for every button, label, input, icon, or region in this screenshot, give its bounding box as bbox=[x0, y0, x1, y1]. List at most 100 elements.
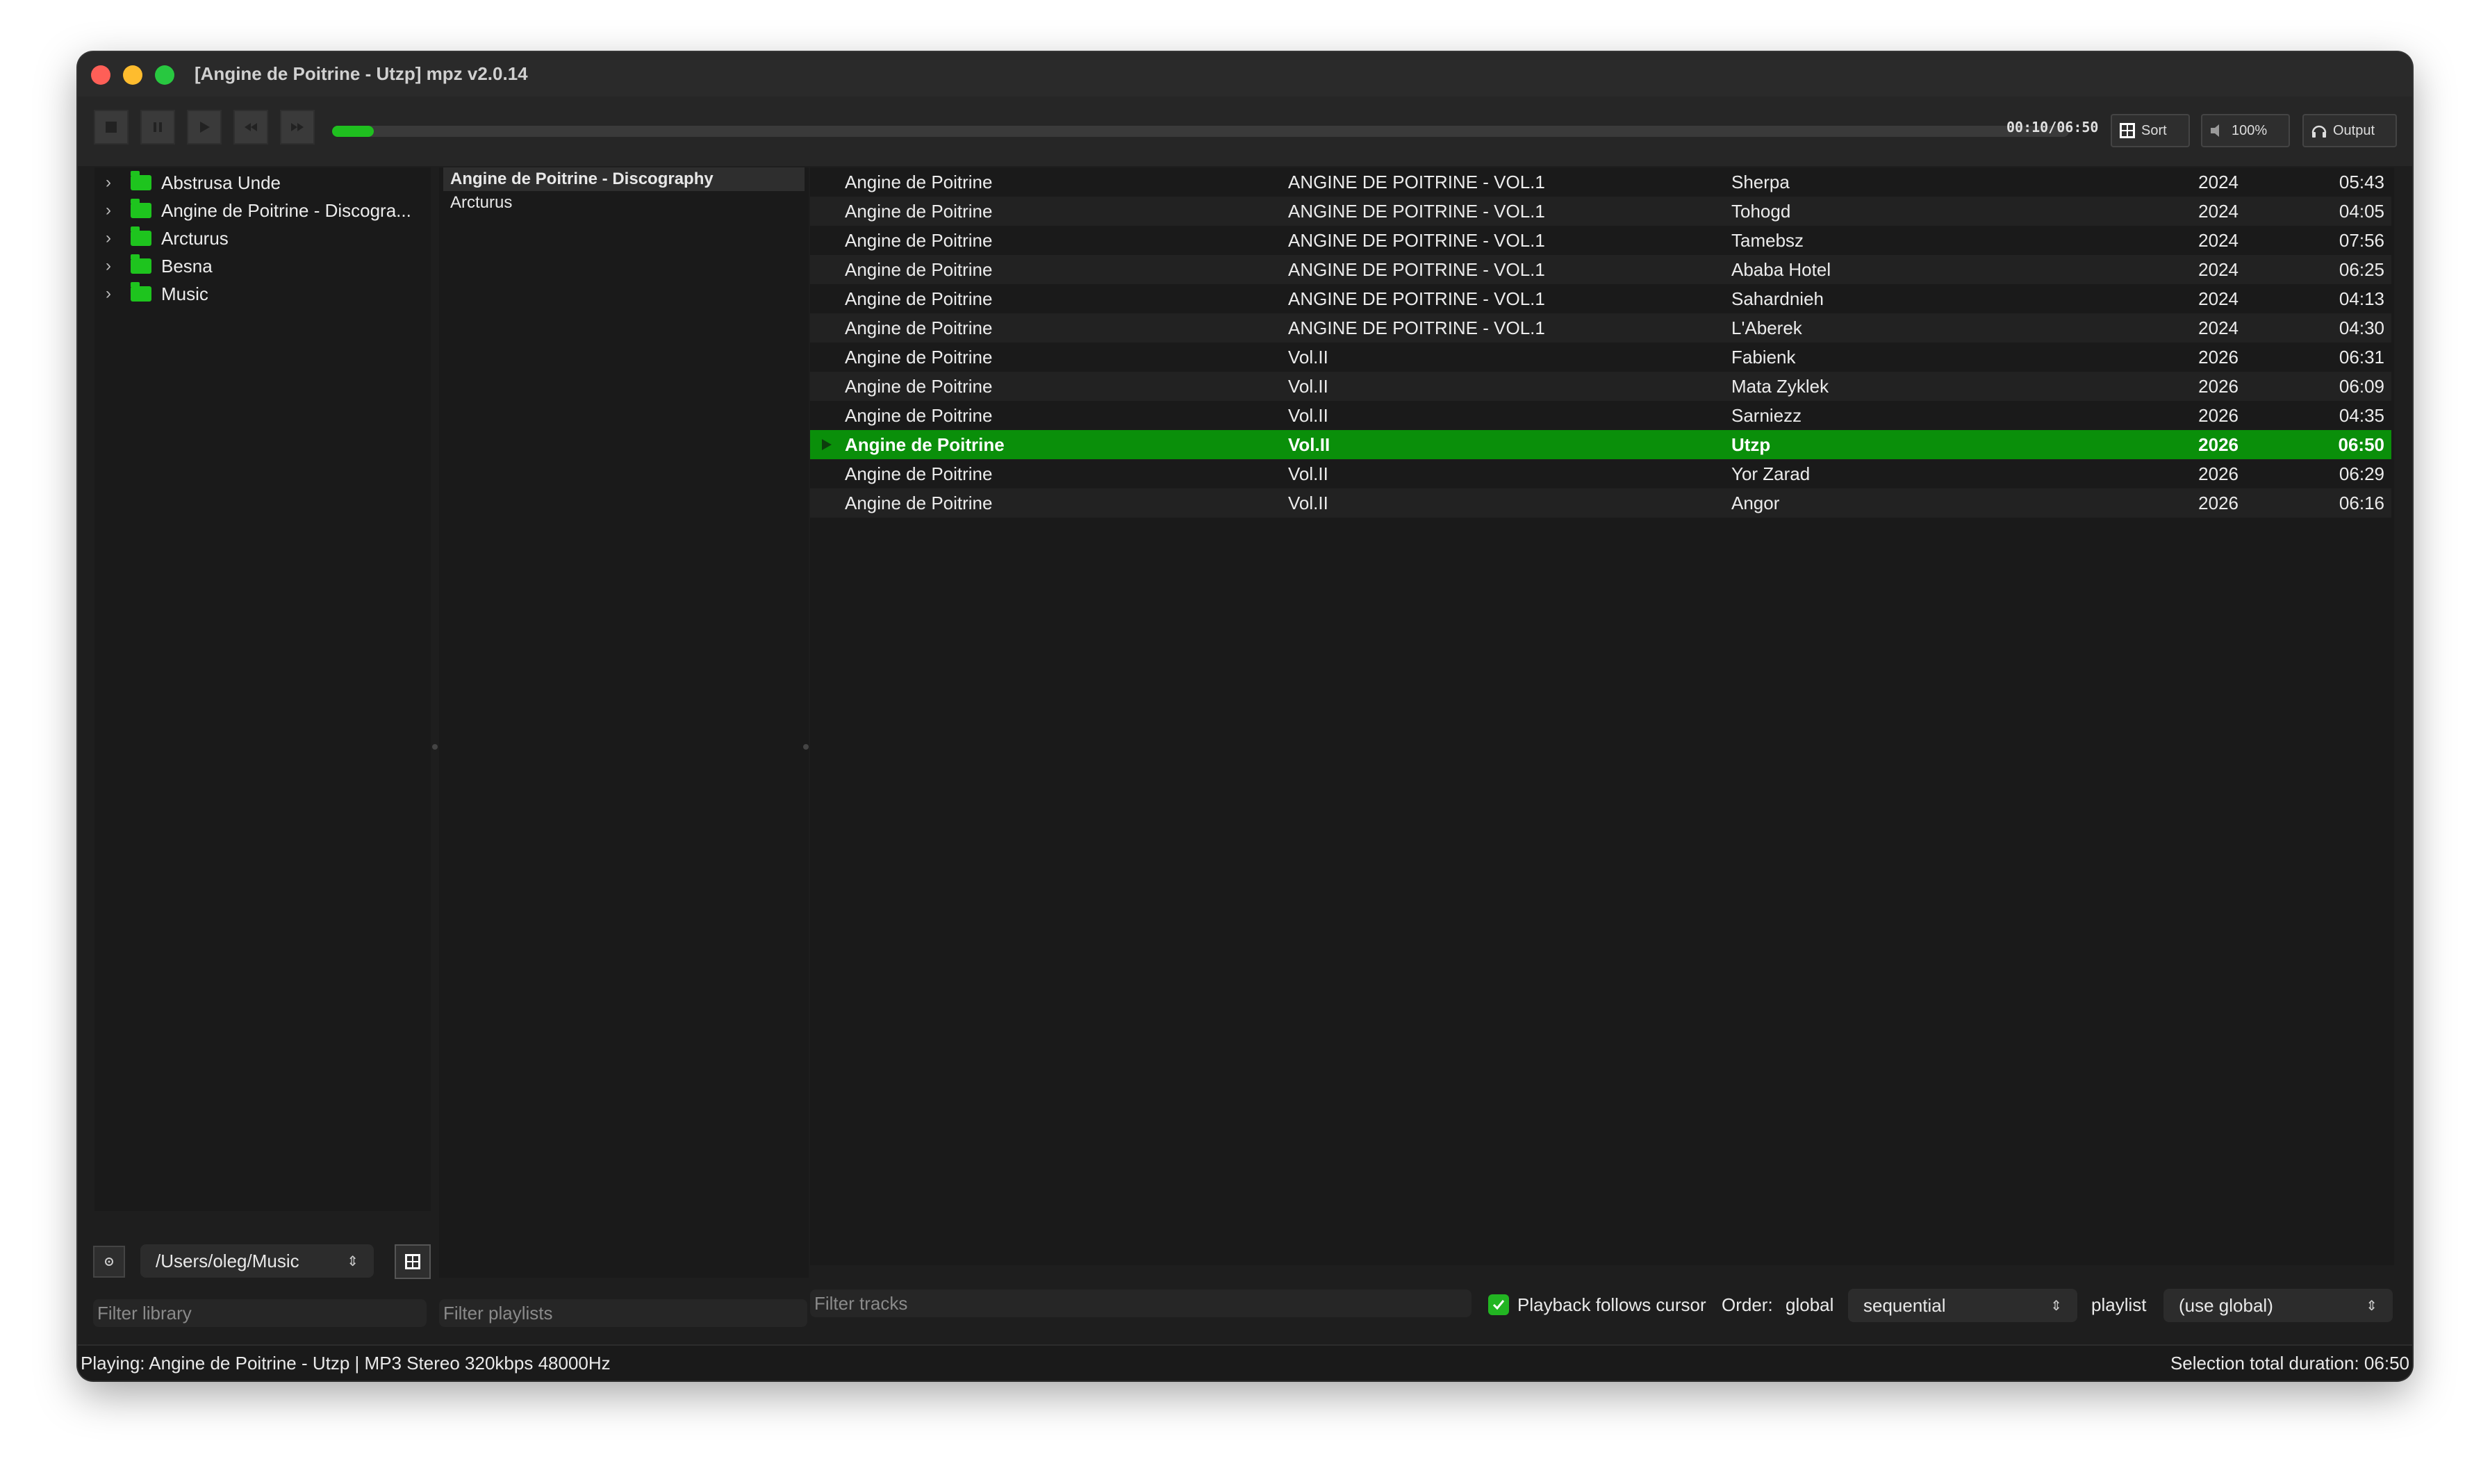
track-title: Sahardnieh bbox=[1731, 288, 1824, 309]
stop-icon bbox=[106, 122, 117, 133]
previous-button[interactable] bbox=[233, 110, 268, 145]
track-duration: 06:50 bbox=[2338, 434, 2385, 455]
splitter-handle[interactable] bbox=[803, 744, 809, 750]
fast-forward-icon bbox=[291, 123, 304, 131]
seek-bar-fill bbox=[332, 126, 374, 137]
library-path-select[interactable]: /Users/oleg/Music ⇕ bbox=[140, 1244, 374, 1278]
chevron-right-icon[interactable]: › bbox=[94, 229, 122, 248]
playlist-item[interactable]: Angine de Poitrine - Discography bbox=[443, 167, 805, 191]
filter-tracks-input[interactable]: Filter tracks bbox=[810, 1289, 1471, 1317]
track-album: Vol.II bbox=[1288, 376, 1328, 397]
track-duration: 06:31 bbox=[2339, 347, 2384, 368]
playlist-order-label: playlist bbox=[2091, 1294, 2147, 1315]
pause-button[interactable] bbox=[140, 110, 175, 145]
filter-playlists-input[interactable]: Filter playlists bbox=[439, 1299, 807, 1327]
order-label: Order: bbox=[1722, 1294, 1773, 1315]
updown-chevron-icon: ⇕ bbox=[2366, 1298, 2377, 1314]
track-artist: Angine de Poitrine bbox=[845, 230, 993, 251]
volume-label: 100% bbox=[2232, 122, 2268, 138]
track-year: 2026 bbox=[2198, 405, 2238, 426]
track-row[interactable]: Angine de Poitrine Vol.II Fabienk 2026 06:31 bbox=[810, 343, 2391, 372]
folder-label: Arcturus bbox=[161, 227, 229, 249]
playlist-order-select[interactable]: (use global) ⇕ bbox=[2163, 1289, 2393, 1322]
chevron-right-icon[interactable]: › bbox=[94, 201, 122, 220]
chevron-right-icon[interactable]: › bbox=[94, 173, 122, 192]
app-window: [Angine de Poitrine - Utzp] mpz v2.0.14 … bbox=[78, 52, 2412, 1380]
track-title: Angor bbox=[1731, 493, 1780, 513]
track-year: 2024 bbox=[2198, 172, 2238, 192]
splitter-handle[interactable] bbox=[432, 744, 438, 750]
library-view-button[interactable] bbox=[395, 1244, 431, 1279]
chevron-right-icon[interactable]: › bbox=[94, 284, 122, 304]
sort-button[interactable]: Sort bbox=[2111, 114, 2190, 147]
chevron-right-icon[interactable]: › bbox=[94, 256, 122, 276]
track-duration: 06:29 bbox=[2339, 463, 2384, 484]
track-title: Fabienk bbox=[1731, 347, 1796, 368]
global-order-select[interactable]: sequential ⇕ bbox=[1848, 1289, 2077, 1322]
playlist-label: Arcturus bbox=[450, 193, 513, 212]
track-row[interactable]: Angine de Poitrine Vol.II Mata Zyklek 2026 0… bbox=[810, 372, 2391, 401]
library-folder[interactable]: › Angine de Poitrine - Discogra... bbox=[94, 197, 411, 224]
filter-library-input[interactable]: Filter library bbox=[93, 1299, 427, 1327]
track-artist: Angine de Poitrine bbox=[845, 463, 993, 484]
maximize-window-button[interactable] bbox=[155, 65, 174, 85]
library-folder[interactable]: › Arcturus bbox=[94, 224, 229, 252]
folder-icon bbox=[131, 282, 151, 302]
status-now-playing: Playing: Angine de Poitrine - Utzp | MP3… bbox=[81, 1353, 611, 1374]
track-album: Vol.II bbox=[1288, 405, 1328, 426]
track-row[interactable]: Angine de Poitrine ANGINE DE POITRINE - V… bbox=[810, 197, 2391, 226]
track-list[interactable]: Angine de Poitrine ANGINE DE POITRINE - V… bbox=[810, 167, 2394, 1265]
track-row[interactable]: Angine de Poitrine ANGINE DE POITRINE - V… bbox=[810, 284, 2391, 313]
close-window-button[interactable] bbox=[91, 65, 110, 85]
play-button[interactable] bbox=[187, 110, 222, 145]
library-path-value: /Users/oleg/Music bbox=[156, 1250, 299, 1271]
seek-bar[interactable] bbox=[332, 126, 2069, 137]
track-duration: 06:09 bbox=[2339, 376, 2384, 397]
gear-icon bbox=[105, 1258, 113, 1266]
headphones-icon bbox=[2311, 125, 2327, 138]
track-title: Yor Zarad bbox=[1731, 463, 1811, 484]
track-year: 2026 bbox=[2198, 463, 2238, 484]
track-artist: Angine de Poitrine bbox=[845, 288, 993, 309]
track-duration: 04:30 bbox=[2339, 318, 2384, 338]
time-display: 00:10/06:50 bbox=[2006, 119, 2099, 135]
track-duration: 04:13 bbox=[2339, 288, 2384, 309]
filter-tracks-placeholder: Filter tracks bbox=[814, 1292, 908, 1314]
track-row[interactable]: Angine de Poitrine Vol.II Angor 2026 06:16 bbox=[810, 488, 2391, 518]
track-title: Tohogd bbox=[1731, 201, 1791, 222]
library-tree[interactable]: › Abstrusa Unde › Angine de Poitrine - Disc… bbox=[94, 167, 431, 1211]
track-artist: Angine de Poitrine bbox=[845, 259, 993, 280]
track-album: Vol.II bbox=[1288, 434, 1330, 455]
playlist-order-value: (use global) bbox=[2179, 1294, 2273, 1316]
output-button[interactable]: Output bbox=[2302, 114, 2397, 147]
track-album: ANGINE DE POITRINE - VOL.1 bbox=[1288, 201, 1545, 222]
playlist-item[interactable]: Arcturus bbox=[443, 191, 805, 215]
library-settings-button[interactable] bbox=[93, 1246, 125, 1278]
global-label: global bbox=[1786, 1294, 1834, 1315]
folder-icon bbox=[131, 226, 151, 246]
track-album: ANGINE DE POITRINE - VOL.1 bbox=[1288, 259, 1545, 280]
global-order-value: sequential bbox=[1863, 1294, 1946, 1316]
stop-button[interactable] bbox=[94, 110, 129, 145]
track-row[interactable]: Angine de Poitrine Vol.II Yor Zarad 2026 06:… bbox=[810, 459, 2391, 488]
track-artist: Angine de Poitrine bbox=[845, 172, 993, 192]
track-row[interactable]: Angine de Poitrine ANGINE DE POITRINE - V… bbox=[810, 255, 2391, 284]
library-folder[interactable]: › Music bbox=[94, 280, 208, 308]
filter-library-placeholder: Filter library bbox=[97, 1302, 192, 1324]
playlist-list[interactable]: Angine de Poitrine - Discography Arcturus bbox=[439, 167, 809, 1278]
track-row[interactable]: Angine de Poitrine ANGINE DE POITRINE - V… bbox=[810, 226, 2391, 255]
library-folder[interactable]: › Besna bbox=[94, 252, 213, 280]
minimize-window-button[interactable] bbox=[123, 65, 142, 85]
follow-cursor-checkbox[interactable] bbox=[1488, 1294, 1509, 1315]
next-button[interactable] bbox=[280, 110, 315, 145]
track-row[interactable]: Angine de Poitrine ANGINE DE POITRINE - V… bbox=[810, 313, 2391, 343]
status-bar: Playing: Angine de Poitrine - Utzp | MP3… bbox=[78, 1344, 2412, 1380]
track-row[interactable]: Angine de Poitrine Vol.II Utzp 2026 06:50 bbox=[810, 430, 2391, 459]
track-row[interactable]: Angine de Poitrine ANGINE DE POITRINE - V… bbox=[810, 167, 2391, 197]
volume-button[interactable]: 100% bbox=[2201, 114, 2290, 147]
track-album: ANGINE DE POITRINE - VOL.1 bbox=[1288, 230, 1545, 251]
track-artist: Angine de Poitrine bbox=[845, 493, 993, 513]
library-folder[interactable]: › Abstrusa Unde bbox=[94, 169, 281, 197]
track-row[interactable]: Angine de Poitrine Vol.II Sarniezz 2026 04:3… bbox=[810, 401, 2391, 430]
track-duration: 06:25 bbox=[2339, 259, 2384, 280]
